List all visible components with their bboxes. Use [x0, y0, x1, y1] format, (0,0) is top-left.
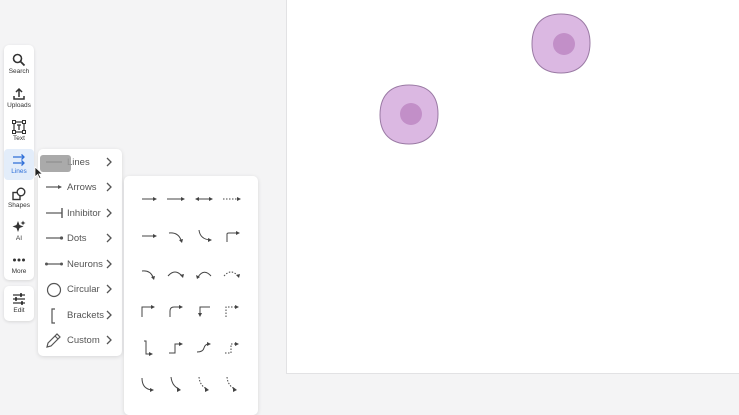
drawing-canvas[interactable]: [286, 0, 739, 374]
bracket-icon: [51, 308, 55, 324]
arrow-zigzag-bracket-icon[interactable]: [139, 339, 157, 357]
menu-item-label: Brackets: [67, 310, 104, 321]
pencil-icon: [46, 333, 61, 348]
more-dots-icon: [13, 258, 25, 262]
arrow-step-dotted-icon[interactable]: [223, 339, 241, 357]
drag-preview-chip: [40, 155, 71, 172]
lines-category-menu: Lines Arrows Inhibitor Dots Neurons Circ…: [38, 149, 122, 356]
arrow-curve-down-icon[interactable]: [167, 230, 185, 244]
arrow-straight-long-icon[interactable]: [166, 194, 186, 204]
arrow-step-icon[interactable]: [167, 339, 185, 357]
menu-item-inhibitor[interactable]: Inhibitor: [38, 202, 122, 226]
search-icon: [12, 53, 26, 67]
menu-item-arrows[interactable]: Arrows: [38, 176, 122, 200]
edit-tool-button[interactable]: Edit: [4, 288, 34, 319]
chevron-right-icon: [106, 208, 112, 218]
arrow-elbow-dotted-icon[interactable]: [223, 303, 241, 319]
ai-tool-button[interactable]: AI: [4, 216, 34, 247]
arrow-elbow-down-icon[interactable]: [195, 303, 213, 319]
tool-label: Shapes: [7, 202, 31, 209]
circle-arrow-icon: [46, 282, 62, 298]
arrow-curve-corner-dotted-icon[interactable]: [223, 376, 241, 394]
menu-item-circular[interactable]: Circular: [38, 278, 122, 302]
inhibitor-icon: [46, 208, 63, 218]
chevron-right-icon: [106, 259, 112, 269]
menu-item-neurons[interactable]: Neurons: [38, 253, 122, 277]
edit-toolbar: Edit: [4, 286, 34, 321]
sliders-icon: [13, 293, 25, 305]
tool-label: Lines: [11, 168, 27, 175]
lines-icon: [13, 154, 25, 166]
shapes-tool-button[interactable]: Shapes: [4, 183, 34, 214]
arrow-hook-down-icon[interactable]: [196, 228, 214, 244]
cell-shape[interactable]: [378, 84, 440, 146]
shapes-icon: [12, 187, 26, 201]
tool-label: Text: [13, 135, 25, 142]
upload-icon: [13, 87, 25, 100]
tool-label: Uploads: [7, 102, 31, 109]
tool-label: More: [11, 268, 27, 275]
arrow-arc-dotted-icon[interactable]: [222, 267, 242, 281]
arrow-curve-corner-long-icon[interactable]: [167, 376, 185, 394]
menu-item-label: Circular: [67, 284, 100, 295]
arrow-s-curve-icon[interactable]: [195, 339, 213, 357]
left-toolbar: Search Uploads Text Lines Shapes AI More: [4, 45, 34, 280]
chevron-right-icon: [106, 335, 112, 345]
arrow-elbow-round-icon[interactable]: [167, 303, 185, 319]
menu-item-dots[interactable]: Dots: [38, 227, 122, 251]
menu-item-label: Custom: [67, 335, 100, 346]
arrow-icon: [46, 185, 62, 189]
cell-shape[interactable]: [530, 13, 592, 75]
mouse-cursor-icon: [34, 166, 44, 179]
arrow-double-icon[interactable]: [194, 194, 214, 204]
search-tool-button[interactable]: Search: [4, 49, 34, 80]
menu-item-label: Neurons: [67, 259, 103, 270]
menu-item-brackets[interactable]: Brackets: [38, 304, 122, 328]
menu-item-label: Inhibitor: [67, 208, 101, 219]
tool-label: AI: [15, 235, 23, 242]
chevron-right-icon: [106, 310, 112, 320]
uploads-tool-button[interactable]: Uploads: [4, 83, 34, 114]
neuron-line-icon: [45, 262, 63, 266]
arrow-straight-icon[interactable]: [140, 194, 158, 204]
arrow-arc-back-icon[interactable]: [194, 267, 214, 281]
tool-label: Edit: [13, 307, 25, 314]
text-tool-button[interactable]: Text: [4, 116, 34, 147]
ai-sparkle-icon: [12, 220, 26, 232]
more-tool-button[interactable]: More: [4, 249, 34, 280]
chevron-right-icon: [106, 182, 112, 192]
chevron-right-icon: [106, 284, 112, 294]
arrow-elbow-right-icon[interactable]: [139, 303, 157, 319]
dot-line-icon: [46, 236, 64, 240]
tool-label: Search: [8, 68, 30, 75]
arrow-dotted-icon[interactable]: [222, 194, 242, 204]
arrow-curve-corner-icon[interactable]: [139, 376, 157, 394]
arrow-arc-icon[interactable]: [166, 267, 186, 281]
arrow-arc-down-icon[interactable]: [140, 267, 158, 281]
chevron-right-icon: [106, 233, 112, 243]
arrow-curve-corner-dashed-icon[interactable]: [195, 376, 213, 394]
chevron-right-icon: [106, 157, 112, 167]
text-icon: [12, 120, 26, 134]
arrow-styles-panel: [124, 176, 258, 415]
lines-tool-button[interactable]: Lines: [4, 149, 34, 180]
arrow-elbow-up-icon[interactable]: [224, 229, 242, 243]
menu-item-custom[interactable]: Custom: [38, 329, 122, 353]
menu-item-label: Arrows: [67, 182, 97, 193]
arrow-straight-icon[interactable]: [140, 231, 158, 241]
menu-item-label: Dots: [67, 233, 87, 244]
